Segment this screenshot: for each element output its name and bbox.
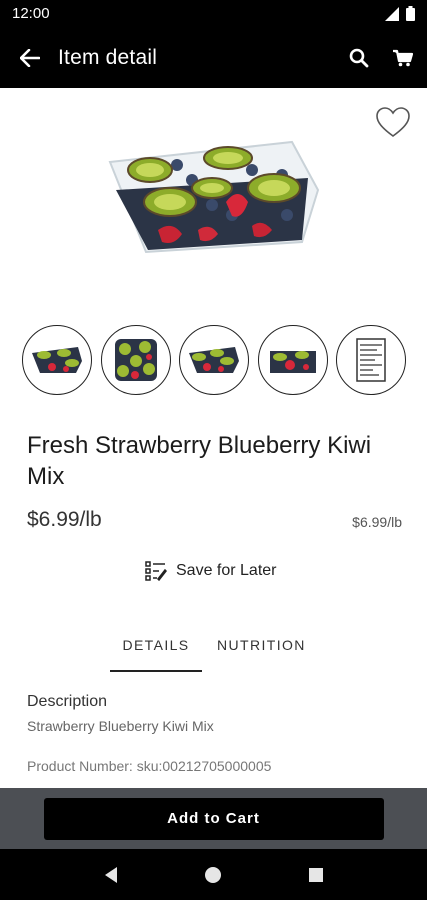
nav-recents-icon[interactable]	[296, 855, 336, 895]
back-arrow-icon[interactable]	[20, 48, 40, 67]
favorite-button[interactable]	[374, 104, 412, 142]
product-title: Fresh Strawberry Blueberry Kiwi Mix	[27, 432, 372, 490]
description-value: Strawberry Blueberry Kiwi Mix	[27, 718, 214, 734]
save-for-later-button[interactable]: Save for Later	[145, 561, 277, 581]
image-thumbnails	[22, 325, 406, 395]
thumbnail-1[interactable]	[22, 325, 92, 395]
product-price: $6.99/lb	[27, 508, 102, 531]
product-image	[102, 130, 328, 265]
thumbnail-2[interactable]	[100, 325, 171, 395]
app-bar: Item detail	[0, 27, 427, 88]
thumbnail-5-nutrition-label[interactable]	[336, 325, 406, 395]
thumbnail-3[interactable]	[179, 325, 249, 395]
status-bar: 12:00	[0, 0, 427, 27]
add-to-cart-button[interactable]: Add to Cart	[43, 797, 384, 840]
battery-icon	[406, 6, 415, 21]
signal-icon	[385, 6, 399, 21]
page-title: Item detail	[58, 45, 158, 69]
detail-tabs: DETAILS NUTRITION	[110, 634, 306, 672]
nav-back-icon[interactable]	[91, 855, 131, 895]
cart-bar: Add to Cart	[0, 788, 427, 849]
nav-home-icon[interactable]	[193, 855, 233, 895]
product-number: Product Number: sku:00212705000005	[27, 758, 272, 774]
description-label: Description	[27, 693, 108, 710]
checklist-icon	[145, 561, 167, 581]
unit-price: $6.99/lb	[352, 514, 402, 530]
system-nav-bar	[0, 849, 427, 900]
tab-details[interactable]: DETAILS	[110, 634, 202, 672]
save-for-later-label: Save for Later	[176, 562, 277, 579]
search-icon[interactable]	[349, 48, 369, 68]
heart-icon	[376, 107, 410, 137]
tab-nutrition[interactable]: NUTRITION	[217, 634, 306, 672]
status-icons	[385, 6, 415, 21]
cart-icon[interactable]	[393, 49, 413, 67]
status-time: 12:00	[12, 5, 50, 22]
thumbnail-4[interactable]	[257, 325, 328, 395]
